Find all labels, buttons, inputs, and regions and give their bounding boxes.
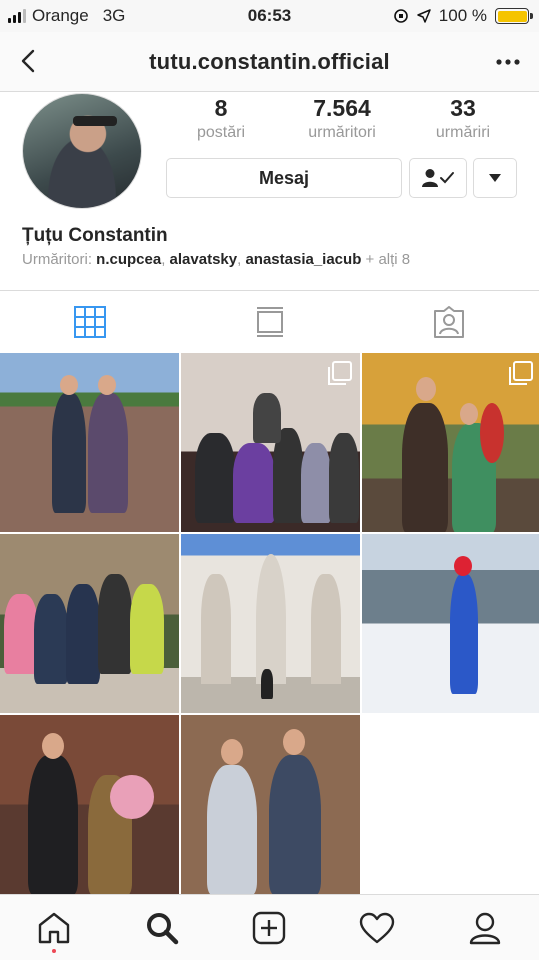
location-arrow-icon (417, 9, 431, 23)
followed-by-user[interactable]: n.cupcea (96, 251, 161, 268)
posts-stat[interactable]: 8 postări (166, 95, 276, 142)
followers-stat[interactable]: 7.564 urmăritori (287, 95, 397, 142)
avatar[interactable] (22, 93, 142, 209)
following-count: 33 (450, 95, 476, 121)
posts-grid (0, 353, 539, 894)
followers-count: 7.564 (313, 95, 371, 121)
post-thumbnail[interactable] (0, 353, 179, 532)
nav-bar: tutu.constantin.official (0, 32, 539, 92)
profile-tabs (0, 290, 539, 352)
following-toggle-button[interactable] (409, 158, 467, 198)
following-stat[interactable]: 33 urmăriri (408, 95, 518, 142)
person-check-icon (422, 169, 454, 187)
post-thumbnail[interactable] (181, 715, 360, 894)
followed-by-more[interactable]: + alți 8 (366, 251, 411, 268)
profile-stats: 8 postări 7.564 urmăritori 33 urmăriri (166, 95, 518, 142)
post-thumbnail[interactable] (362, 534, 539, 713)
following-label: urmăriri (435, 124, 491, 141)
nav-home[interactable] (24, 898, 84, 958)
battery-fill (497, 10, 527, 22)
feed-list-icon (256, 306, 283, 337)
orientation-lock-icon (393, 9, 408, 23)
battery-percent: 100 % (438, 6, 487, 25)
nav-activity[interactable] (347, 898, 407, 958)
tab-feed[interactable] (180, 291, 360, 352)
profile-icon (469, 912, 501, 944)
home-icon (38, 912, 70, 943)
post-thumbnail[interactable] (0, 534, 179, 713)
bottom-nav (0, 894, 539, 960)
battery-icon (495, 8, 533, 24)
heart-icon (360, 912, 395, 943)
caret-down-icon (489, 174, 501, 182)
posts-label: postări (196, 124, 246, 141)
notification-dot (51, 948, 56, 953)
post-thumbnail[interactable] (0, 715, 179, 894)
followed-by-user[interactable]: anastasia_iacub (245, 251, 361, 268)
post-thumbnail[interactable] (362, 353, 539, 532)
search-icon (146, 912, 178, 944)
page-title: tutu.constantin.official (149, 49, 390, 74)
nav-search[interactable] (132, 898, 192, 958)
tab-tagged[interactable] (359, 291, 539, 352)
more-horizontal-icon[interactable] (495, 58, 521, 66)
tab-grid[interactable] (0, 291, 180, 352)
status-bar: Orange 3G 06:53 100 % (0, 0, 539, 32)
multi-photo-icon (509, 361, 533, 385)
posts-count: 8 (214, 95, 228, 121)
profile-name: Țuțu Constantin (22, 225, 168, 246)
followed-by[interactable]: Urmăritori: n.cupcea, alavatsky, anastas… (22, 251, 410, 268)
nav-add[interactable] (239, 898, 299, 958)
post-thumbnail[interactable] (181, 534, 360, 713)
grid-icon (73, 305, 106, 338)
multi-photo-icon (328, 361, 352, 385)
suggested-dropdown-button[interactable] (473, 158, 517, 198)
status-right: 100 % (393, 6, 533, 26)
followed-by-user[interactable]: alavatsky (170, 251, 238, 268)
followers-label: urmăritori (308, 124, 376, 141)
tagged-person-icon (434, 305, 465, 338)
nav-profile[interactable] (455, 898, 515, 958)
post-thumbnail[interactable] (181, 353, 360, 532)
followed-by-label: Urmăritori: (22, 251, 92, 268)
post-thumbnail-empty (362, 715, 539, 894)
add-post-icon (253, 911, 286, 944)
avatar-sunglasses (73, 116, 117, 126)
message-button[interactable]: Mesaj (166, 158, 402, 198)
